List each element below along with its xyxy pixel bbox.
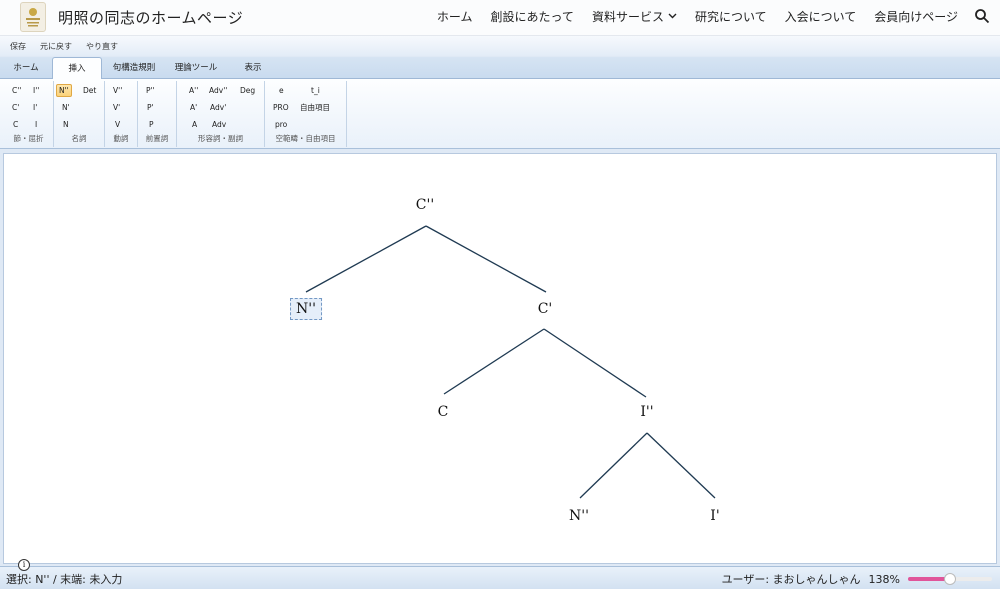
group-noun-label: 名詞 [71,134,87,143]
insert-advpp-button[interactable]: Adv'' [207,84,229,97]
insert-ipp-button[interactable]: I'' [31,84,41,97]
tree-branches [305,225,716,499]
insert-cpp-button[interactable]: C'' [10,84,23,97]
zoom-slider[interactable] [908,572,992,586]
ribbon-panel: C'' I'' C' I' C I 節・屈折 N'' Det N' N 名詞 V… [0,79,1000,149]
nav-membership[interactable]: 入会について [785,8,857,25]
insert-adv-button[interactable]: Adv [210,118,228,131]
tab-phrase-rules[interactable]: 句構造規則 [104,58,164,78]
zoom-slider-thumb[interactable] [944,573,956,585]
info-icon[interactable]: i [18,559,30,571]
group-clause: C'' I'' C' I' C I 節・屈折 [4,81,54,147]
branch-ipp-ibar [646,432,716,499]
insert-cp-button[interactable]: C' [10,101,21,114]
insert-i-button[interactable]: I [33,118,39,131]
insert-vpp-button[interactable]: V'' [111,84,124,97]
site-title[interactable]: 明照の同志のホームページ [58,7,243,28]
ribbon-tabs: ホーム 挿入 句構造規則 理論ツール 表示 [0,57,1000,79]
insert-trace-button[interactable]: t_i [309,84,322,97]
insert-deg-button[interactable]: Deg [238,84,257,97]
node-c-double-bar[interactable]: C'' [416,197,434,213]
group-adj-adv-label: 形容詞・副詞 [198,134,243,143]
redo-button[interactable]: やり直す [86,41,118,52]
logo-emblem-icon [26,8,40,27]
chevron-down-icon [668,13,677,19]
branch-cbar-c [443,328,545,395]
group-empty-category-label: 空範疇・自由項目 [275,134,336,143]
insert-c-button[interactable]: C [11,118,20,131]
group-verb: V'' V' V 動詞 [105,81,138,147]
selection-status: 選択: N'' / 末端: 未入力 [6,573,123,586]
status-right: ユーザー: まおしゃんしゃん 138% [722,571,992,587]
group-verb-label: 動詞 [113,134,129,143]
status-bar: 選択: N'' / 末端: 未入力 ユーザー: まおしゃんしゃん 138% [0,566,1000,589]
insert-det-button[interactable]: Det [81,84,98,97]
node-n-double-bar-subject[interactable]: N'' [569,508,589,524]
tab-insert[interactable]: 挿入 [52,57,102,79]
insert-a-button[interactable]: A [190,118,199,131]
tab-view[interactable]: 表示 [228,58,278,78]
site-logo[interactable] [20,2,46,32]
undo-button[interactable]: 元に戻す [40,41,72,52]
insert-e-button[interactable]: e [277,84,286,97]
insert-pp-button[interactable]: P' [145,101,156,114]
branch-ipp-npp [579,432,648,499]
insert-v-button[interactable]: V [113,118,122,131]
branch-cpp-npp [305,225,427,293]
main-nav: ホーム 創設にあたって 資料サービス 研究について 入会について 会員向けページ [419,0,990,32]
nav-resources[interactable]: 資料サービス [592,8,677,25]
node-c-head[interactable]: C [438,404,449,420]
insert-advp-button[interactable]: Adv' [208,101,228,114]
site-header: 明照の同志のホームページ ホーム 創設にあたって 資料サービス 研究について 入… [0,0,1000,36]
insert-npp-button[interactable]: N'' [56,84,72,97]
insert-ip-button[interactable]: I' [31,101,39,114]
group-adj-adv: A'' Adv'' Deg A' Adv' A Adv 形容詞・副詞 [177,81,265,147]
group-prep: P'' P' P 前置詞 [138,81,177,147]
zoom-level: 138% [868,572,900,586]
tab-theory-tools[interactable]: 理論ツール [166,58,226,78]
nav-resources-label: 資料サービス [591,9,664,24]
nav-research[interactable]: 研究について [695,8,767,25]
group-noun: N'' Det N' N 名詞 [54,81,105,147]
insert-ppp-button[interactable]: P'' [144,84,157,97]
insert-pro-small-button[interactable]: pro [273,118,289,131]
branch-cpp-cbar [425,225,547,293]
insert-free-item-button[interactable]: 自由項目 [298,101,332,114]
nav-home[interactable]: ホーム [437,8,473,25]
node-c-bar[interactable]: C' [538,301,553,317]
insert-n-button[interactable]: N [61,118,71,131]
insert-vp-button[interactable]: V' [111,101,122,114]
node-i-double-bar[interactable]: I'' [640,404,653,420]
save-button[interactable]: 保存 [10,41,26,52]
tree-canvas[interactable]: C'' N'' C' C I'' N'' I' [3,153,997,564]
node-n-double-bar-spec[interactable]: N'' [290,298,322,320]
insert-app-button[interactable]: A'' [187,84,200,97]
node-i-bar[interactable]: I' [710,508,719,524]
group-clause-label: 節・屈折 [13,134,44,143]
insert-ap-button[interactable]: A' [188,101,199,114]
quick-access-toolbar: 保存 元に戻す やり直す [0,36,1000,56]
user-label: ユーザー: まおしゃんしゃん [721,573,861,586]
insert-pro-big-button[interactable]: PRO [271,101,291,114]
group-prep-label: 前置詞 [145,134,169,143]
group-empty-category: e t_i PRO 自由項目 pro 空範疇・自由項目 [265,81,347,147]
insert-np-button[interactable]: N' [60,101,72,114]
tab-home[interactable]: ホーム [2,58,50,78]
nav-members-page[interactable]: 会員向けページ [874,8,958,25]
insert-p-button[interactable]: P [147,118,156,131]
search-icon[interactable] [974,8,990,24]
nav-founding[interactable]: 創設にあたって [491,8,574,25]
branch-cbar-ipp [543,328,647,398]
